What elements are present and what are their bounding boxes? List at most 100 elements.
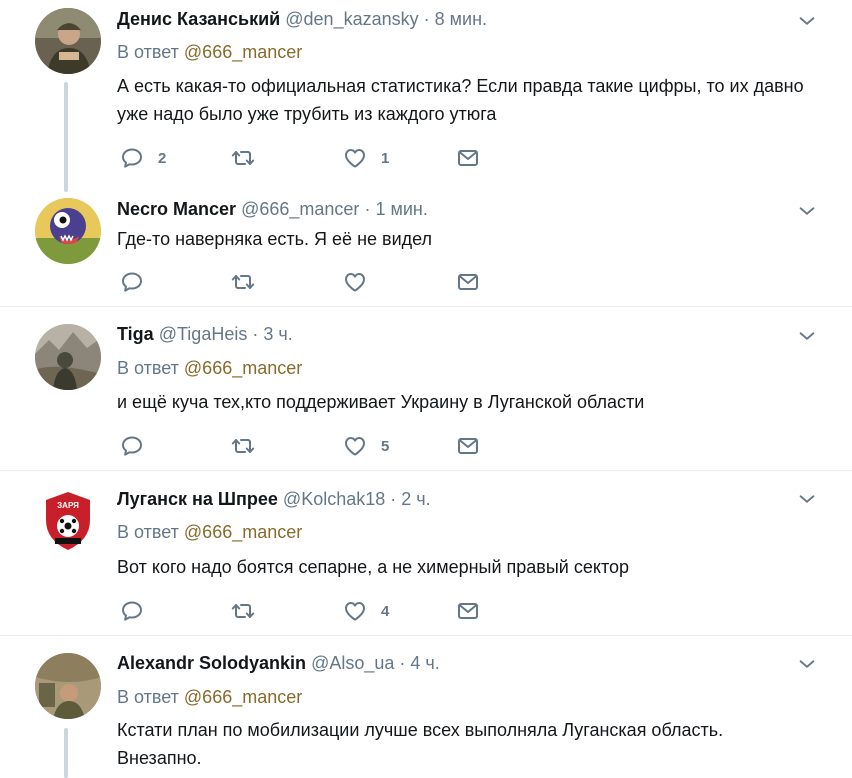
tweet-header: Necro Mancer @666_mancer · 1 мин. (117, 198, 428, 220)
like-icon (343, 270, 367, 294)
user-handle[interactable]: @TigaHeis (159, 324, 248, 344)
direct-message-button[interactable] (456, 146, 480, 170)
tweet-actions: 4 (117, 599, 517, 623)
user-handle[interactable]: @Also_ua (311, 653, 394, 673)
reply-prefix: В ответ (117, 687, 179, 707)
direct-message-icon (456, 599, 480, 623)
retweet-button[interactable] (231, 434, 255, 458)
like-icon (343, 599, 367, 623)
reply-context: В ответ @666_mancer (117, 41, 302, 63)
display-name[interactable]: Луганск на Шпрее (117, 489, 278, 509)
retweet-icon (231, 270, 255, 294)
reply-icon (120, 599, 144, 623)
reply-prefix: В ответ (117, 358, 179, 378)
thread-line (64, 728, 68, 778)
user-handle[interactable]: @666_mancer (241, 199, 359, 219)
avatar[interactable] (35, 198, 101, 264)
avatar[interactable] (35, 8, 101, 74)
like-icon (343, 146, 367, 170)
tweet-actions: 2 1 (117, 146, 517, 170)
reply-icon (120, 270, 144, 294)
direct-message-icon (456, 434, 480, 458)
direct-message-icon (456, 146, 480, 170)
separator-dot: · (399, 653, 406, 673)
tweet-header: Луганск на Шпрее @Kolchak18 · 2 ч. (117, 488, 431, 510)
like-count: 4 (381, 602, 390, 620)
like-icon (343, 434, 367, 458)
tweet-header: Денис Казанський @den_kazansky · 8 мин. (117, 8, 487, 30)
reply-context: В ответ @666_mancer (117, 521, 302, 543)
reply-prefix: В ответ (117, 522, 179, 542)
reply-button[interactable] (120, 599, 144, 623)
like-button[interactable]: 1 (343, 146, 389, 170)
avatar[interactable]: ЗАРЯ (35, 488, 101, 554)
chevron-down-icon[interactable] (796, 325, 818, 347)
timestamp[interactable]: 8 мин. (435, 9, 487, 29)
reply-prefix: В ответ (117, 42, 179, 62)
timestamp[interactable]: 2 ч. (401, 489, 430, 509)
direct-message-button[interactable] (456, 599, 480, 623)
tweet[interactable]: Necro Mancer @666_mancer · 1 мин. Где-то… (0, 196, 852, 306)
reply-count: 2 (158, 149, 167, 167)
reply-button[interactable] (120, 270, 144, 294)
display-name[interactable]: Денис Казанський (117, 9, 280, 29)
chevron-down-icon[interactable] (796, 653, 818, 675)
like-button[interactable] (343, 270, 367, 294)
chevron-down-icon[interactable] (796, 200, 818, 222)
reply-context: В ответ @666_mancer (117, 686, 302, 708)
user-handle[interactable]: @Kolchak18 (283, 489, 385, 509)
reply-mention-link[interactable]: @666_mancer (184, 522, 302, 542)
reply-icon (120, 434, 144, 458)
tweet-actions: 5 (117, 434, 517, 458)
like-count: 5 (381, 437, 390, 455)
tweet-text: А есть какая-то официальная статистика? … (117, 76, 804, 124)
retweet-button[interactable] (231, 270, 255, 294)
retweet-button[interactable] (231, 599, 255, 623)
separator-dot: · (252, 324, 259, 344)
separator-dot: · (390, 489, 397, 509)
user-handle[interactable]: @den_kazansky (285, 9, 418, 29)
retweet-icon (231, 599, 255, 623)
retweet-icon (231, 146, 255, 170)
display-name[interactable]: Tiga (117, 324, 154, 344)
avatar[interactable] (35, 653, 101, 719)
direct-message-icon (456, 270, 480, 294)
tweet-text: и ещё куча тех,кто поддерживает Украину … (117, 392, 645, 412)
avatar[interactable] (35, 324, 101, 390)
tweet-header: Tiga @TigaHeis · 3 ч. (117, 323, 293, 345)
like-button[interactable]: 4 (343, 599, 389, 623)
timestamp[interactable]: 4 ч. (410, 653, 439, 673)
separator-dot: · (364, 199, 371, 219)
tweet-text-line: Кстати план по мобилизации лучше всех вы… (117, 720, 724, 740)
reply-icon (120, 146, 144, 170)
reply-button[interactable]: 2 (120, 146, 166, 170)
tweet[interactable]: Alexandr Solodyankin @Also_ua · 4 ч. В о… (0, 636, 852, 778)
reply-mention-link[interactable]: @666_mancer (184, 42, 302, 62)
logo-text: ЗАРЯ (57, 501, 79, 510)
retweet-icon (231, 434, 255, 458)
separator-dot: · (423, 9, 430, 29)
tweet-text: Где-то наверняка есть. Я её не видел (117, 229, 433, 249)
tweet-text: Вот кого надо боятся сепарне, а не химер… (117, 557, 630, 577)
tweet[interactable]: Tiga @TigaHeis · 3 ч. В ответ @666_mance… (0, 307, 852, 470)
chevron-down-icon[interactable] (796, 10, 818, 32)
chevron-down-icon[interactable] (796, 488, 818, 510)
tweet[interactable]: ЗАРЯ Луганск на Шпрее @Kolchak18 · 2 ч. … (0, 471, 852, 635)
tweet-actions (117, 270, 517, 294)
reply-button[interactable] (120, 434, 144, 458)
tweet-header: Alexandr Solodyankin @Also_ua · 4 ч. (117, 652, 440, 674)
display-name[interactable]: Necro Mancer (117, 199, 236, 219)
like-button[interactable]: 5 (343, 434, 389, 458)
reply-mention-link[interactable]: @666_mancer (184, 687, 302, 707)
direct-message-button[interactable] (456, 270, 480, 294)
timestamp[interactable]: 1 мин. (375, 199, 427, 219)
retweet-button[interactable] (231, 146, 255, 170)
tweet[interactable]: Денис Казанський @den_kazansky · 8 мин. … (0, 0, 852, 196)
reply-context: В ответ @666_mancer (117, 357, 302, 379)
display-name[interactable]: Alexandr Solodyankin (117, 653, 306, 673)
like-count: 1 (381, 149, 390, 167)
reply-mention-link[interactable]: @666_mancer (184, 358, 302, 378)
timestamp[interactable]: 3 ч. (263, 324, 292, 344)
direct-message-button[interactable] (456, 434, 480, 458)
tweet-text: Кстати план по мобилизации лучше всех вы… (117, 716, 817, 772)
